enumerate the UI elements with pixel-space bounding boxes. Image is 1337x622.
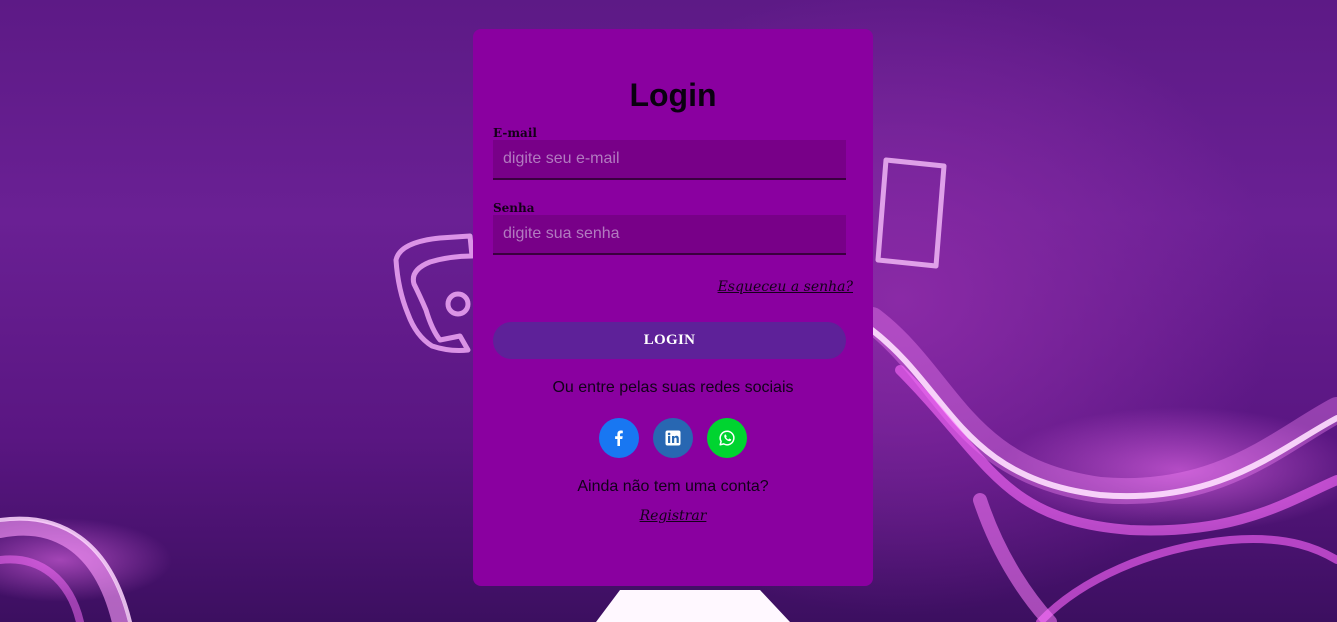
whatsapp-button[interactable]	[707, 418, 747, 458]
password-label: Senha	[493, 201, 535, 215]
social-login-prompt: Ou entre pelas suas redes sociais	[552, 379, 794, 396]
password-field[interactable]	[493, 215, 846, 255]
whatsapp-icon	[719, 430, 735, 446]
forgot-password-link[interactable]: Esqueceu a senha?	[718, 279, 853, 295]
linkedin-button[interactable]	[653, 418, 693, 458]
register-link[interactable]: Registrar	[473, 508, 873, 524]
telephone-icon	[393, 233, 475, 353]
login-button[interactable]: LOGIN	[493, 322, 846, 359]
email-field[interactable]	[493, 140, 846, 180]
login-title: Login	[629, 77, 717, 113]
facebook-icon	[615, 430, 623, 446]
no-account-text: Ainda não tem uma conta?	[577, 478, 769, 495]
login-card: Login E-mail Senha Esqueceu a senha? LOG…	[473, 29, 873, 586]
smartphone-icon	[875, 157, 947, 269]
linkedin-icon	[665, 430, 681, 446]
social-buttons	[473, 418, 873, 458]
email-label: E-mail	[493, 126, 537, 140]
facebook-button[interactable]	[599, 418, 639, 458]
